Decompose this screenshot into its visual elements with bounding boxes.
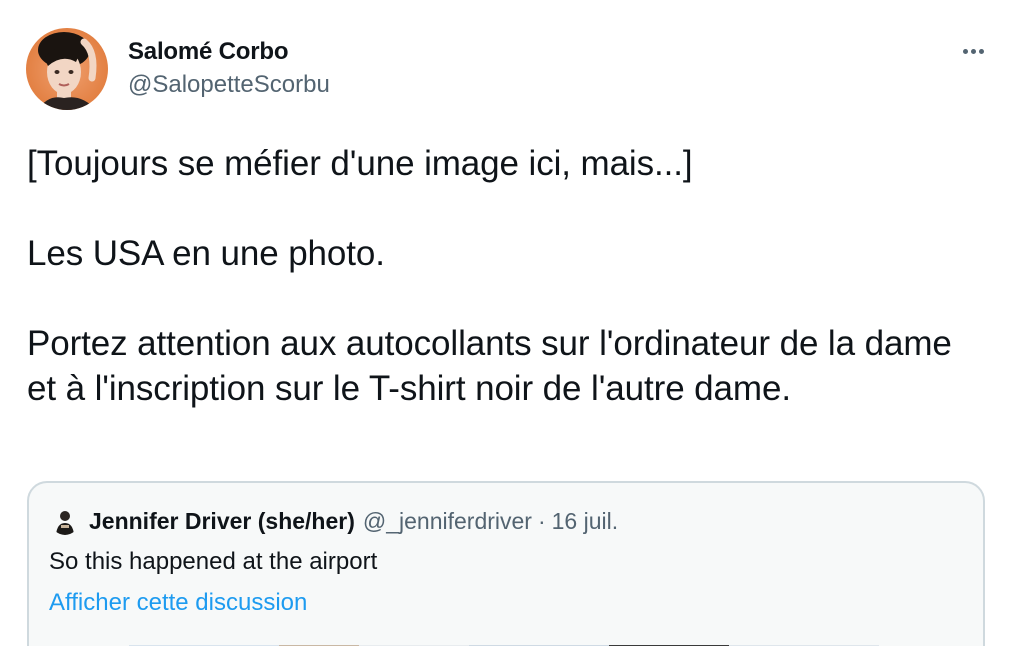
profile-photo-icon xyxy=(51,507,79,535)
author-info: Salomé Corbo @SalopetteScorbu xyxy=(128,38,330,99)
quoted-tweet-date[interactable]: 16 juil. xyxy=(552,508,618,535)
author-display-name[interactable]: Salomé Corbo xyxy=(128,38,330,66)
quoted-author-handle[interactable]: @_jenniferdriver xyxy=(363,508,532,535)
quoted-tweet[interactable]: Jennifer Driver (she/her) @_jenniferdriv… xyxy=(27,481,985,646)
quoted-tweet-header: Jennifer Driver (she/her) @_jenniferdriv… xyxy=(51,507,618,535)
quoted-tweet-text: So this happened at the airport xyxy=(49,548,378,575)
quoted-author-name[interactable]: Jennifer Driver (she/her) xyxy=(89,508,355,535)
author-handle[interactable]: @SalopetteScorbu xyxy=(128,71,330,99)
tweet-body: [Toujours se méfier d'une image ici, mai… xyxy=(27,141,987,411)
author-avatar[interactable] xyxy=(26,28,108,110)
tweet: Salomé Corbo @SalopetteScorbu [Toujours … xyxy=(0,0,1020,646)
profile-photo-icon xyxy=(26,28,108,110)
tweet-text-line: Portez attention aux autocollants sur l'… xyxy=(27,324,952,408)
tweet-text-line: [Toujours se méfier d'une image ici, mai… xyxy=(27,144,693,183)
more-horizontal-icon[interactable] xyxy=(956,34,990,68)
dot-icon xyxy=(970,48,976,54)
show-thread-link[interactable]: Afficher cette discussion xyxy=(49,588,307,618)
quoted-author-avatar[interactable] xyxy=(51,507,79,535)
tweet-text-line: Les USA en une photo. xyxy=(27,234,385,273)
dot-icon xyxy=(962,48,968,54)
dot-icon xyxy=(978,48,984,54)
separator-dot: · xyxy=(537,507,546,534)
